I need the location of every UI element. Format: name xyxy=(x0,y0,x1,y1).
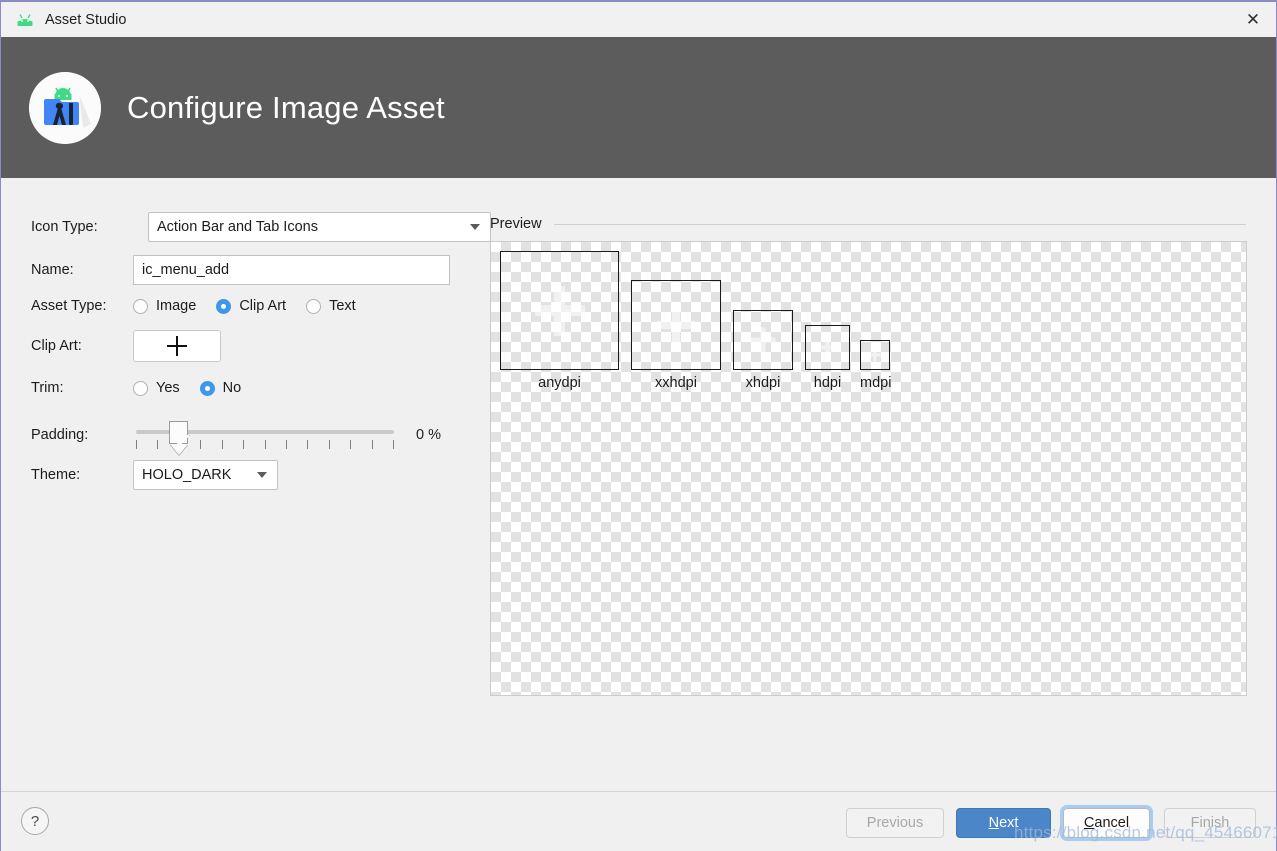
density-preview-box xyxy=(805,325,850,370)
finish-button-label: Finish xyxy=(1190,815,1230,831)
next-rest: ext xyxy=(999,815,1019,831)
plus-icon xyxy=(818,338,837,357)
android-head-icon xyxy=(15,10,35,30)
radio-indicator xyxy=(306,298,322,314)
section-divider xyxy=(553,223,1246,225)
chevron-down-icon xyxy=(257,472,267,478)
slider-thumb-tip xyxy=(170,444,189,455)
density-preview-item: xxhdpi xyxy=(631,251,721,398)
name-row: Name: ic_menu_add xyxy=(31,255,450,285)
plus-icon xyxy=(167,336,187,356)
clip-art-row: Clip Art: xyxy=(31,330,221,362)
theme-label: Theme: xyxy=(31,467,81,483)
help-button[interactable]: ? xyxy=(21,807,49,835)
name-input[interactable]: ic_menu_add xyxy=(133,255,450,285)
previous-button-label: Previous xyxy=(866,815,924,831)
icon-type-value: Action Bar and Tab Icons xyxy=(157,219,318,235)
clip-art-picker-button[interactable] xyxy=(133,330,221,362)
density-preview-box xyxy=(631,280,721,370)
density-label: anydpi xyxy=(538,375,581,391)
radio-indicator xyxy=(133,298,148,314)
cancel-button[interactable]: Cancel xyxy=(1060,805,1153,841)
icon-type-row: Icon Type: Action Bar and Tab Icons xyxy=(31,212,491,242)
plus-icon xyxy=(534,285,585,336)
name-input-value: ic_menu_add xyxy=(142,262,230,278)
page-title: Configure Image Asset xyxy=(127,89,445,125)
density-label: mdpi xyxy=(860,375,892,391)
icon-type-label: Icon Type: xyxy=(31,219,98,235)
density-preview-box xyxy=(500,251,619,370)
radio-trim-no[interactable]: No xyxy=(199,380,242,396)
radio-indicator xyxy=(133,380,148,396)
radio-asset-type-clipart[interactable]: Clip Art xyxy=(216,298,286,314)
android-studio-logo xyxy=(29,71,101,144)
preview-canvas[interactable]: anydpi xxhdpi xhdpi hdpi mdpi xyxy=(490,241,1247,696)
preview-section: Preview anydpi xxhdpi xhdpi hdpi mdpi xyxy=(490,216,1247,696)
trim-label: Trim: xyxy=(31,380,64,396)
asset-type-row: Asset Type: Image Clip Art Text xyxy=(31,298,376,314)
next-button[interactable]: Next xyxy=(956,808,1051,838)
density-label: xxhdpi xyxy=(655,375,697,391)
density-preview-box xyxy=(733,310,793,370)
previous-button[interactable]: Previous xyxy=(846,808,944,838)
next-mnemonic: N xyxy=(988,815,1000,831)
radio-label: Clip Art xyxy=(239,298,287,314)
padding-value: 0 % xyxy=(416,427,441,443)
window-title-bar: Asset Studio ✕ xyxy=(1,2,1276,37)
radio-indicator xyxy=(216,298,232,314)
density-preview-box xyxy=(860,340,890,370)
theme-select[interactable]: HOLO_DARK xyxy=(133,460,278,490)
plus-icon xyxy=(868,348,882,362)
padding-label: Padding: xyxy=(31,427,89,443)
clip-art-label: Clip Art: xyxy=(31,338,82,354)
cancel-mnemonic: C xyxy=(1083,815,1095,831)
plus-icon xyxy=(750,327,776,353)
radio-asset-type-text[interactable]: Text xyxy=(306,298,356,314)
preview-title: Preview xyxy=(490,216,542,232)
icon-type-select[interactable]: Action Bar and Tab Icons xyxy=(148,212,491,242)
dialog-body: Icon Type: Action Bar and Tab Icons Name… xyxy=(1,178,1276,791)
cancel-rest: ancel xyxy=(1094,815,1130,831)
padding-slider[interactable] xyxy=(136,418,394,455)
window-title: Asset Studio xyxy=(45,11,127,28)
trim-radio-group: Yes No xyxy=(133,380,261,396)
finish-button[interactable]: Finish xyxy=(1164,808,1256,838)
density-preview-item: xhdpi xyxy=(733,251,793,398)
radio-label: Text xyxy=(329,298,356,314)
plus-icon xyxy=(657,306,695,344)
density-preview-item: hdpi xyxy=(805,251,850,398)
radio-asset-type-image[interactable]: Image xyxy=(133,298,196,314)
radio-trim-yes[interactable]: Yes xyxy=(133,380,180,396)
radio-indicator xyxy=(199,380,215,396)
density-label: hdpi xyxy=(813,375,842,391)
dialog-header: Configure Image Asset xyxy=(1,37,1276,178)
chevron-down-icon xyxy=(470,224,480,230)
dialog-footer: ? Previous Next Cancel Finish xyxy=(1,791,1276,851)
asset-type-label: Asset Type: xyxy=(31,298,107,314)
radio-label: Yes xyxy=(156,380,180,396)
density-preview-item: anydpi xyxy=(500,251,619,398)
density-label: xhdpi xyxy=(745,375,781,391)
asset-type-radio-group: Image Clip Art Text xyxy=(133,298,376,314)
next-button-label: Next xyxy=(989,815,1019,831)
radio-label: Image xyxy=(156,298,197,314)
radio-label: No xyxy=(222,380,242,396)
cancel-button-label: Cancel xyxy=(1084,815,1129,831)
asset-studio-dialog: Asset Studio ✕ Configure Image Asset Ico… xyxy=(0,0,1277,851)
close-icon[interactable]: ✕ xyxy=(1230,2,1276,37)
theme-row: Theme: HOLO_DARK xyxy=(31,460,278,490)
name-label: Name: xyxy=(31,262,74,278)
padding-row: Padding: 0 % xyxy=(31,418,441,455)
trim-row: Trim: Yes No xyxy=(31,380,261,396)
density-preview-item: mdpi xyxy=(860,251,892,398)
theme-value: HOLO_DARK xyxy=(142,467,232,483)
preview-header: Preview xyxy=(490,216,1246,232)
slider-thumb[interactable] xyxy=(169,421,189,455)
